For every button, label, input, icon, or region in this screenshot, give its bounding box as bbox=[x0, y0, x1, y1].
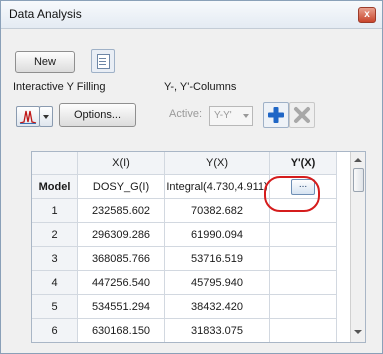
row-header-model: Model bbox=[32, 174, 78, 199]
vertical-scrollbar[interactable] bbox=[350, 152, 365, 342]
table-cell[interactable] bbox=[269, 246, 337, 271]
title-bar: Data Analysis x bbox=[1, 1, 382, 29]
table-cell[interactable] bbox=[269, 294, 337, 319]
data-grid: X(I) Y(X) Y'(X) Model DOSY_G(I) Integral… bbox=[31, 151, 366, 343]
table-cell[interactable]: 368085.766 bbox=[77, 246, 165, 271]
table-cell[interactable]: 38432.420 bbox=[164, 294, 270, 319]
row-header: 1 bbox=[32, 198, 78, 223]
peak-dropdown[interactable] bbox=[39, 106, 53, 127]
table-cell[interactable]: 630168.150 bbox=[77, 318, 165, 342]
row-header: 4 bbox=[32, 270, 78, 295]
table-cell[interactable]: 70382.682 bbox=[164, 198, 270, 223]
chevron-down-icon bbox=[243, 114, 249, 118]
table-row: 3 368085.766 53716.519 bbox=[32, 246, 337, 271]
table-cell[interactable]: 447256.540 bbox=[77, 270, 165, 295]
table-cell[interactable]: 534551.294 bbox=[77, 294, 165, 319]
new-button[interactable]: New bbox=[15, 51, 75, 73]
scroll-down-icon[interactable] bbox=[354, 330, 362, 334]
table-cell[interactable]: 31833.075 bbox=[164, 318, 270, 342]
column-header-y-prime[interactable]: Y'(X) bbox=[269, 152, 337, 175]
interactive-y-filling-label: Interactive Y Filling bbox=[13, 81, 106, 93]
peak-icon bbox=[19, 110, 37, 124]
active-select[interactable]: Y-Y' bbox=[209, 106, 253, 126]
row-header: 3 bbox=[32, 246, 78, 271]
row-header: 5 bbox=[32, 294, 78, 319]
plus-icon bbox=[268, 107, 284, 123]
table-row: 5 534551.294 38432.420 bbox=[32, 294, 337, 319]
close-button[interactable]: x bbox=[358, 7, 376, 23]
header-row: X(I) Y(X) Y'(X) bbox=[32, 152, 337, 175]
add-column-button[interactable] bbox=[263, 102, 289, 128]
remove-column-button[interactable] bbox=[289, 102, 315, 128]
table-cell[interactable]: 53716.519 bbox=[164, 246, 270, 271]
table-cell[interactable]: Integral(4.730,4.911) bbox=[164, 174, 270, 199]
table-cell[interactable]: 232585.602 bbox=[77, 198, 165, 223]
options-button[interactable]: Options... bbox=[59, 103, 136, 127]
table-cell[interactable]: 45795.940 bbox=[164, 270, 270, 295]
corner-cell bbox=[32, 152, 78, 175]
row-header: 6 bbox=[32, 318, 78, 342]
table-cell[interactable] bbox=[269, 318, 337, 342]
table-row: 6 630168.150 31833.075 bbox=[32, 318, 337, 342]
delete-icon bbox=[294, 107, 310, 123]
row-header: 2 bbox=[32, 222, 78, 247]
table-cell[interactable]: 61990.094 bbox=[164, 222, 270, 247]
data-analysis-window: Data Analysis x New Interactive Y Fillin… bbox=[0, 0, 383, 354]
highlight-circle bbox=[264, 176, 320, 212]
y-columns-label: Y-, Y'-Columns bbox=[164, 81, 237, 93]
table-row: 2 296309.286 61990.094 bbox=[32, 222, 337, 247]
peak-button[interactable] bbox=[16, 106, 40, 127]
scroll-up-icon[interactable] bbox=[354, 158, 362, 162]
table-row: 4 447256.540 45795.940 bbox=[32, 270, 337, 295]
worksheet-icon[interactable] bbox=[91, 49, 115, 73]
table-cell[interactable] bbox=[269, 270, 337, 295]
scrollbar-thumb[interactable] bbox=[353, 168, 364, 192]
table-cell[interactable] bbox=[269, 222, 337, 247]
active-label: Active: bbox=[169, 108, 203, 120]
column-header-y[interactable]: Y(X) bbox=[164, 152, 270, 175]
table-cell[interactable]: 296309.286 bbox=[77, 222, 165, 247]
table-cell[interactable]: DOSY_G(I) bbox=[77, 174, 165, 199]
active-select-value: Y-Y' bbox=[214, 110, 232, 121]
column-header-x[interactable]: X(I) bbox=[77, 152, 165, 175]
window-title: Data Analysis bbox=[9, 7, 82, 21]
